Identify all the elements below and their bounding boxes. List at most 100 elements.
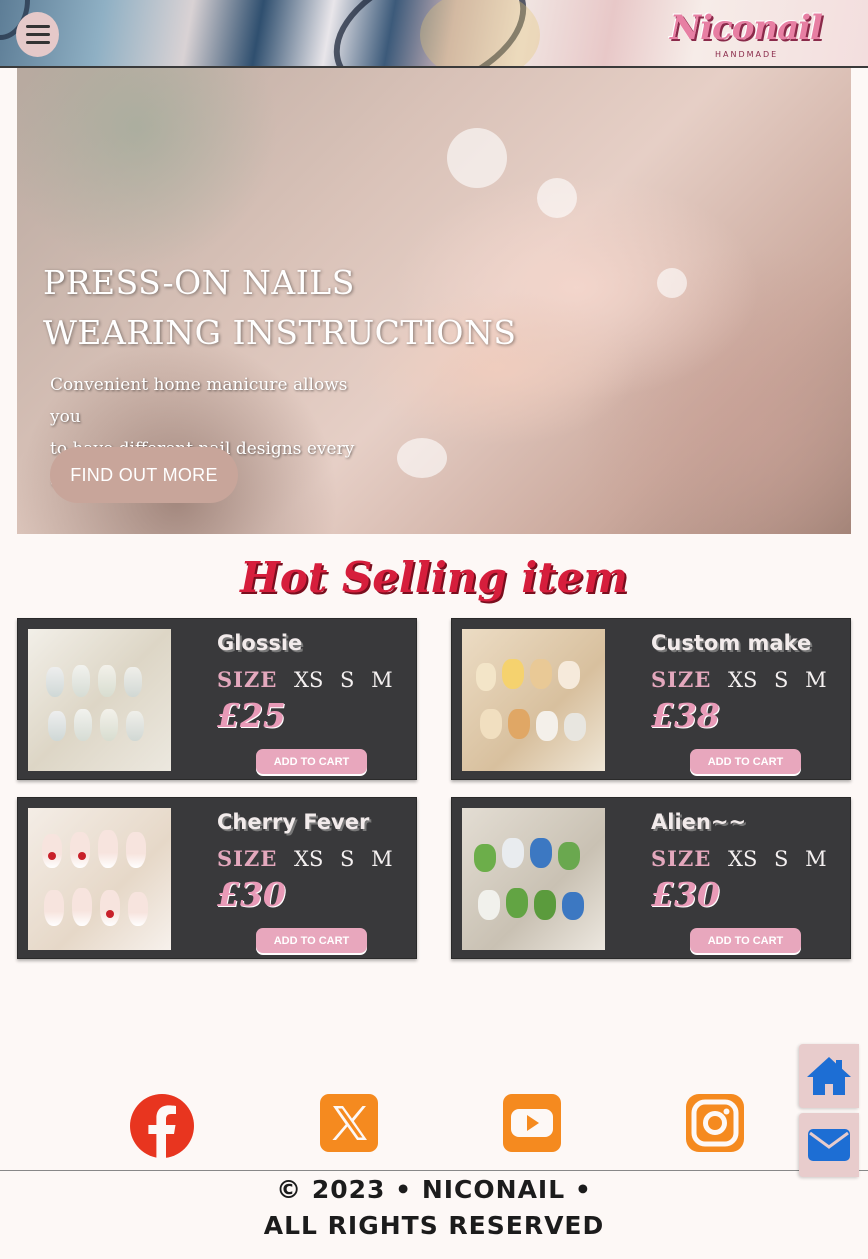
size-label: SIZE <box>217 846 278 871</box>
product-price: £30 <box>651 875 720 914</box>
nail-decor <box>534 890 556 920</box>
menu-button[interactable] <box>16 12 59 57</box>
size-option-s[interactable]: S <box>340 668 354 692</box>
add-to-cart-button[interactable]: ADD TO CART <box>690 928 801 953</box>
size-option-xs[interactable]: XS <box>728 668 757 692</box>
hero-title: PRESS-ON NAILS WEARING INSTRUCTIONS <box>43 258 516 358</box>
cherry-decor <box>78 852 86 860</box>
product-image[interactable] <box>462 808 605 950</box>
facebook-icon[interactable] <box>130 1094 194 1158</box>
nail-decor <box>98 830 118 868</box>
nail-decor <box>508 709 530 739</box>
nail-decor <box>530 659 552 689</box>
nail-decor <box>44 890 64 926</box>
hero-image-detail <box>397 438 447 478</box>
nail-decor <box>562 892 584 920</box>
nail-decor <box>502 659 524 689</box>
product-image[interactable] <box>28 629 171 771</box>
product-name[interactable]: Glossie <box>217 631 302 655</box>
size-option-m[interactable]: M <box>371 668 393 692</box>
copyright-line: ALL RIGHTS RESERVED <box>263 1211 605 1240</box>
nail-decor <box>98 665 116 697</box>
mail-button[interactable] <box>799 1113 859 1177</box>
product-card[interactable]: Glossie SIZE XS S M £25 ADD TO CART <box>17 618 417 780</box>
hero-title-line: WEARING INSTRUCTIONS <box>43 313 517 352</box>
product-image[interactable] <box>28 808 171 950</box>
nail-decor <box>536 711 558 741</box>
size-option-xs[interactable]: XS <box>728 847 757 871</box>
nail-decor <box>126 832 146 868</box>
site-logo-subtitle: HANDMADE <box>715 50 779 59</box>
size-option-s[interactable]: S <box>340 847 354 871</box>
nail-decor <box>100 709 118 741</box>
hero-subtitle-line: Convenient home manicure allows you <box>50 375 348 427</box>
instagram-icon[interactable] <box>686 1094 744 1152</box>
product-name[interactable]: Alien~~ <box>651 810 746 834</box>
size-option-xs[interactable]: XS <box>294 847 323 871</box>
size-selector: SIZE XS S M <box>217 846 393 871</box>
add-to-cart-button[interactable]: ADD TO CART <box>256 749 367 774</box>
size-option-s[interactable]: S <box>774 668 788 692</box>
nail-decor <box>72 665 90 697</box>
size-label: SIZE <box>651 667 712 692</box>
product-card[interactable]: Custom make SIZE XS S M £38 ADD TO CART <box>451 618 851 780</box>
hamburger-icon <box>25 33 50 36</box>
add-to-cart-button[interactable]: ADD TO CART <box>256 928 367 953</box>
nail-decor <box>126 711 144 741</box>
size-option-m[interactable]: M <box>805 668 827 692</box>
product-image[interactable] <box>462 629 605 771</box>
nail-decor <box>564 713 586 741</box>
size-label: SIZE <box>217 667 278 692</box>
home-icon <box>807 1057 851 1095</box>
size-option-m[interactable]: M <box>805 847 827 871</box>
hamburger-icon <box>25 25 50 28</box>
hero-image-detail <box>447 128 507 188</box>
cherry-decor <box>48 852 56 860</box>
nail-decor <box>100 890 120 926</box>
product-name[interactable]: Custom make <box>651 631 811 655</box>
nail-decor <box>72 888 92 926</box>
size-option-m[interactable]: M <box>371 847 393 871</box>
size-label: SIZE <box>651 846 712 871</box>
cherry-decor <box>106 910 114 918</box>
home-button[interactable] <box>799 1044 859 1108</box>
hero-image-detail <box>537 178 577 218</box>
nail-decor <box>42 834 62 868</box>
product-price: £38 <box>651 696 720 735</box>
hero-image-detail <box>657 268 687 298</box>
nail-decor <box>478 890 500 920</box>
hero-banner: PRESS-ON NAILS WEARING INSTRUCTIONS Conv… <box>17 68 851 534</box>
nail-decor <box>480 709 502 739</box>
nail-decor <box>476 663 496 691</box>
nail-decor <box>558 842 580 870</box>
product-card[interactable]: Alien~~ SIZE XS S M £30 ADD TO CART <box>451 797 851 959</box>
find-out-more-button[interactable]: FIND OUT MORE <box>50 447 238 503</box>
hero-title-line: PRESS-ON NAILS <box>43 263 355 302</box>
footer-copyright: © 2023 • NICONAIL • ALL RIGHTS RESERVED <box>0 1172 868 1244</box>
product-card[interactable]: Cherry Fever SIZE XS S M £30 ADD TO CART <box>17 797 417 959</box>
footer-divider <box>0 1170 868 1171</box>
nail-decor <box>474 844 496 872</box>
nail-decor <box>70 832 90 868</box>
size-option-xs[interactable]: XS <box>294 668 323 692</box>
nail-decor <box>128 892 148 926</box>
add-to-cart-button[interactable]: ADD TO CART <box>690 749 801 774</box>
header-decor <box>420 0 540 66</box>
product-name[interactable]: Cherry Fever <box>217 810 369 834</box>
nail-decor <box>124 667 142 697</box>
size-option-s[interactable]: S <box>774 847 788 871</box>
nail-decor <box>48 711 66 741</box>
size-selector: SIZE XS S M <box>651 667 827 692</box>
nail-decor <box>74 709 92 741</box>
size-selector: SIZE XS S M <box>217 667 393 692</box>
nail-decor <box>506 888 528 918</box>
site-header: Niconail HANDMADE <box>0 0 868 68</box>
x-icon[interactable] <box>320 1094 378 1152</box>
envelope-icon <box>808 1129 850 1161</box>
nail-decor <box>530 838 552 868</box>
copyright-line: © 2023 • NICONAIL • <box>276 1175 592 1204</box>
size-selector: SIZE XS S M <box>651 846 827 871</box>
nail-decor <box>502 838 524 868</box>
youtube-icon[interactable] <box>503 1094 561 1152</box>
nail-decor <box>558 661 580 689</box>
